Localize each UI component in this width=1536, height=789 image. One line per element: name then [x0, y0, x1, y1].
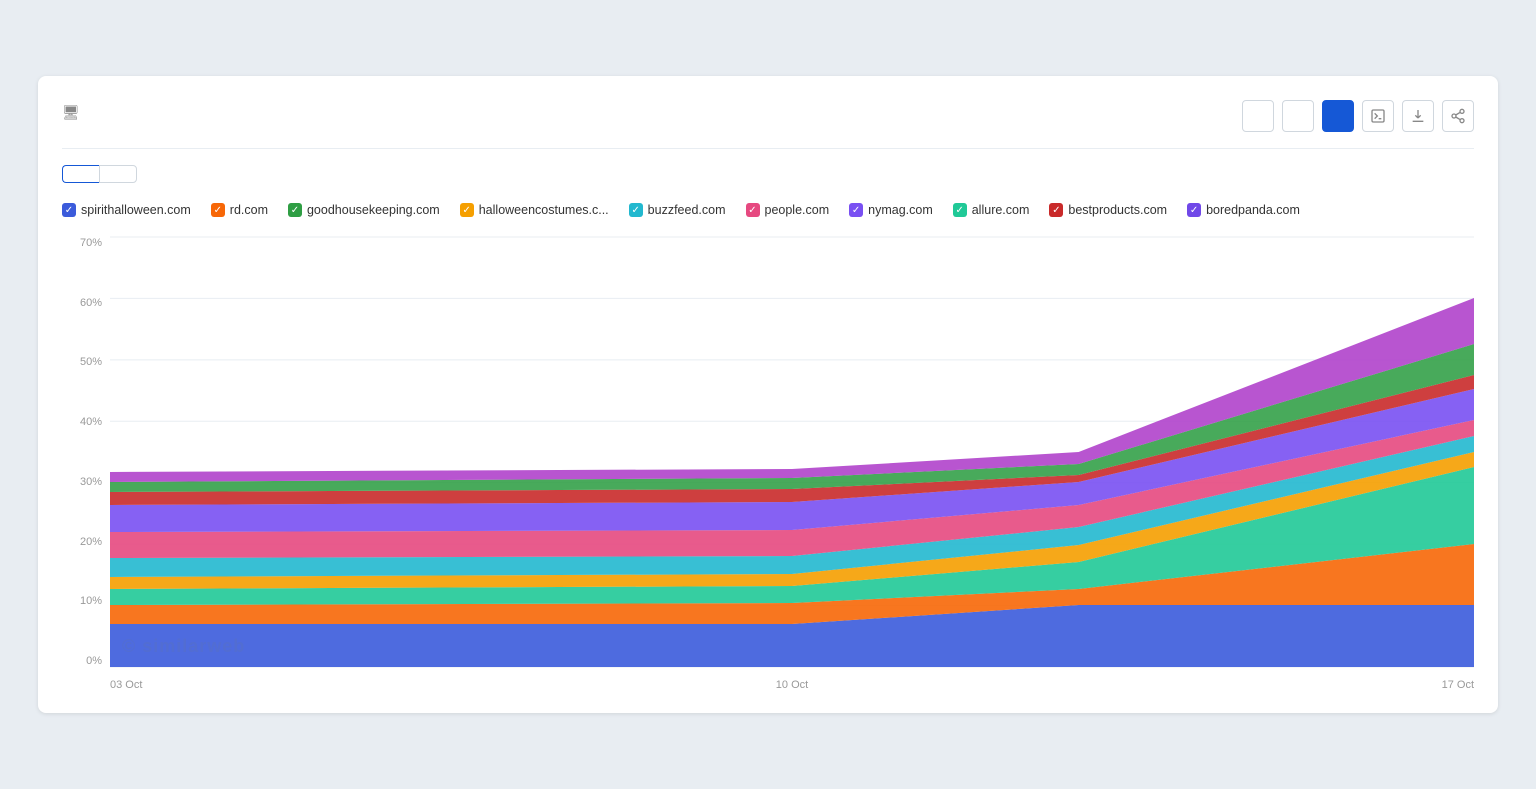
legend-item[interactable]: ✓ spirithalloween.com	[62, 203, 191, 217]
header-right	[1242, 100, 1474, 132]
legend-label: goodhousekeeping.com	[307, 203, 440, 217]
download-icon	[1410, 108, 1426, 124]
legend-label: allure.com	[972, 203, 1030, 217]
excel-button[interactable]	[1362, 100, 1394, 132]
x-axis-label: 03 Oct	[110, 679, 142, 691]
y-axis-label: 60%	[62, 297, 110, 309]
legend-item[interactable]: ✓ nymag.com	[849, 203, 933, 217]
legend-checkbox: ✓	[288, 203, 302, 217]
legend-checkbox: ✓	[629, 203, 643, 217]
y-axis-label: 10%	[62, 595, 110, 607]
period-d-button[interactable]	[1242, 100, 1274, 132]
y-axis-label: 50%	[62, 356, 110, 368]
legend-checkbox: ✓	[62, 203, 76, 217]
chart-legend: ✓ spirithalloween.com ✓ rd.com ✓ goodhou…	[62, 203, 1474, 217]
y-axis: 0% 10% 20% 30% 40% 50% 60% 70%	[62, 237, 110, 667]
chart-inner	[110, 237, 1474, 667]
x-axis: 03 Oct 10 Oct 17 Oct	[110, 673, 1474, 697]
legend-checkbox: ✓	[1049, 203, 1063, 217]
legend-checkbox: ✓	[849, 203, 863, 217]
y-axis-label: 30%	[62, 476, 110, 488]
legend-item[interactable]: ✓ bestproducts.com	[1049, 203, 1167, 217]
legend-checkbox: ✓	[953, 203, 967, 217]
legend-label: spirithalloween.com	[81, 203, 191, 217]
legend-label: rd.com	[230, 203, 268, 217]
main-card: 🖥 ✓ spiri	[38, 76, 1498, 713]
legend-item[interactable]: ✓ rd.com	[211, 203, 268, 217]
card-header: 🖥	[62, 100, 1474, 149]
tab-traffic-share[interactable]	[99, 165, 137, 183]
legend-checkbox: ✓	[460, 203, 474, 217]
legend-label: buzzfeed.com	[648, 203, 726, 217]
x-axis-label: 17 Oct	[1442, 679, 1474, 691]
legend-label: boredpanda.com	[1206, 203, 1300, 217]
tab-bar	[62, 165, 1474, 183]
legend-checkbox: ✓	[211, 203, 225, 217]
legend-checkbox: ✓	[1187, 203, 1201, 217]
area-chart-svg	[110, 237, 1474, 667]
subtitle: 🖥	[62, 104, 86, 121]
legend-item[interactable]: ✓ people.com	[746, 203, 830, 217]
share-icon	[1450, 108, 1466, 124]
chart-area: 0% 10% 20% 30% 40% 50% 60% 70%	[62, 237, 1474, 697]
y-axis-label: 0%	[62, 655, 110, 667]
y-axis-label: 40%	[62, 416, 110, 428]
tab-traffic-trend[interactable]	[62, 165, 99, 183]
legend-item[interactable]: ✓ goodhousekeeping.com	[288, 203, 440, 217]
legend-label: halloweencostumes.c...	[479, 203, 609, 217]
legend-label: nymag.com	[868, 203, 933, 217]
legend-item[interactable]: ✓ allure.com	[953, 203, 1030, 217]
x-axis-label: 10 Oct	[776, 679, 808, 691]
legend-item[interactable]: ✓ buzzfeed.com	[629, 203, 726, 217]
monitor-icon: 🖥	[62, 104, 80, 121]
y-axis-label: 20%	[62, 536, 110, 548]
download-button[interactable]	[1402, 100, 1434, 132]
legend-label: bestproducts.com	[1068, 203, 1167, 217]
header-left: 🖥	[62, 100, 86, 121]
legend-checkbox: ✓	[746, 203, 760, 217]
period-w-button[interactable]	[1282, 100, 1314, 132]
legend-item[interactable]: ✓ halloweencostumes.c...	[460, 203, 609, 217]
excel-icon	[1370, 108, 1386, 124]
period-m-button[interactable]	[1322, 100, 1354, 132]
y-axis-label: 70%	[62, 237, 110, 249]
legend-label: people.com	[765, 203, 830, 217]
share-button[interactable]	[1442, 100, 1474, 132]
legend-item[interactable]: ✓ boredpanda.com	[1187, 203, 1300, 217]
